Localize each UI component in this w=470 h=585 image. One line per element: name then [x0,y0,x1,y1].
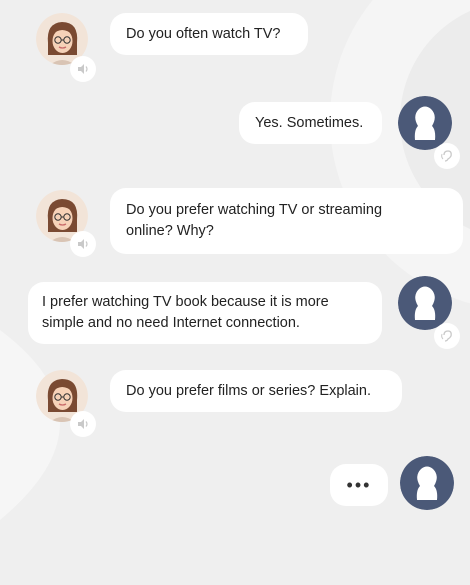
user-audio-button[interactable] [434,143,460,169]
user-avatar [400,456,454,510]
speaker-icon [78,239,88,249]
bot-audio-button[interactable] [70,231,96,257]
bot-message-3-text: Do you prefer films or series? Explain. [126,382,371,399]
ear-icon [441,150,452,162]
bot-message-2: Do you prefer watching TV or streaming o… [110,188,463,254]
user-message-2: I prefer watching TV book because it is … [28,282,382,344]
bot-audio-button[interactable] [70,411,96,437]
typing-indicator: ••• [330,464,388,506]
user-avatar [398,276,452,330]
bot-message-2-line1: Do you prefer watching TV or streaming [126,202,383,218]
typing-dots: ••• [346,474,372,495]
user-audio-button[interactable] [434,323,460,349]
speaker-icon [78,419,88,429]
bot-message-1: Do you often watch TV? [110,13,308,55]
user-message-2-line1: I prefer watching TV book because it is … [42,294,329,310]
user-message-1: Yes. Sometimes. [239,102,382,144]
bot-audio-button[interactable] [70,56,96,82]
speaker-icon [78,64,88,74]
bot-message-2-line2: online? Why? [126,223,214,239]
bot-message-3: Do you prefer films or series? Explain. [110,370,402,412]
user-avatar [398,96,452,150]
user-message-1-text: Yes. Sometimes. [255,114,364,131]
bot-message-1-text: Do you often watch TV? [126,25,281,42]
ear-icon [441,330,452,342]
user-message-2-line2: simple and no need Internet connection. [42,315,300,331]
